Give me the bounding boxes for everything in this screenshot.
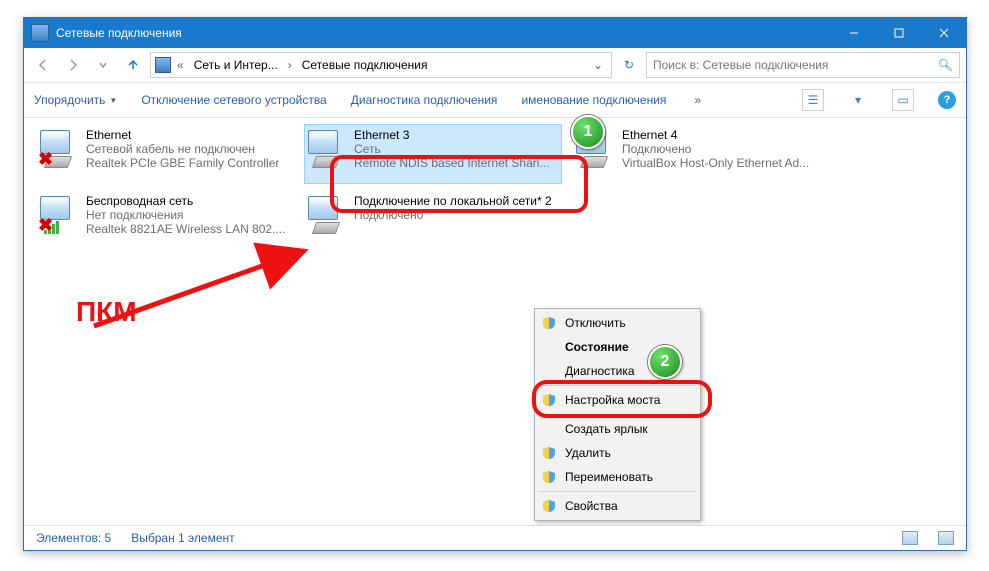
shield-icon: [542, 470, 556, 484]
preview-pane-button[interactable]: ▭: [892, 89, 914, 111]
window: Сетевые подключения « Сеть и Интер... › …: [23, 17, 967, 551]
connection-item[interactable]: Ethernet 4ПодключеноVirtualBox Host-Only…: [572, 124, 830, 184]
menu-item-rename[interactable]: Переименовать: [535, 465, 700, 489]
breadcrumb[interactable]: Сеть и Интер...: [190, 58, 282, 72]
breadcrumb[interactable]: Сетевые подключения: [298, 58, 432, 72]
network-adapter-icon: [308, 128, 348, 168]
organize-menu[interactable]: Упорядочить▼: [34, 93, 117, 107]
shield-icon: [542, 446, 556, 460]
shield-icon: [542, 393, 556, 407]
status-count: Элементов: 5: [36, 531, 111, 545]
disable-device-button[interactable]: Отключение сетевого устройства: [141, 93, 326, 107]
menu-item-disable[interactable]: Отключить: [535, 311, 700, 335]
network-adapter-icon: ✖: [40, 128, 80, 168]
menu-separator: [539, 385, 696, 386]
view-dropdown[interactable]: ▾: [848, 90, 868, 110]
breadcrumb-separator[interactable]: «: [175, 58, 186, 72]
address-dropdown[interactable]: ⌄: [589, 58, 607, 72]
menu-item-shortcut[interactable]: Создать ярлык: [535, 417, 700, 441]
close-button[interactable]: [921, 18, 966, 48]
menu-separator: [539, 491, 696, 492]
connection-item[interactable]: Подключение по локальной сети* 2Подключе…: [304, 190, 562, 250]
refresh-button[interactable]: ↻: [616, 58, 642, 72]
items-view[interactable]: ✖ EthernetСетевой кабель не подключенRea…: [24, 118, 966, 525]
rename-button[interactable]: именование подключения: [521, 93, 666, 107]
help-button[interactable]: ?: [938, 91, 956, 109]
status-bar: Элементов: 5 Выбран 1 элемент: [24, 525, 966, 550]
view-button[interactable]: ☰: [802, 89, 824, 111]
maximize-button[interactable]: [876, 18, 921, 48]
annotation-label: ПКМ: [76, 296, 137, 328]
back-button[interactable]: [30, 52, 56, 78]
search-input[interactable]: Поиск в: Сетевые подключения 🔍︎: [646, 52, 960, 78]
connection-item[interactable]: ✖ Беспроводная сетьНет подключенияRealte…: [36, 190, 294, 250]
up-button[interactable]: [120, 52, 146, 78]
status-selection: Выбран 1 элемент: [131, 531, 234, 545]
menu-item-bridge[interactable]: Настройка моста: [535, 388, 700, 412]
address-bar[interactable]: « Сеть и Интер... › Сетевые подключения …: [150, 52, 612, 78]
shield-icon: [542, 499, 556, 513]
connection-item[interactable]: ✖ EthernetСетевой кабель не подключенRea…: [36, 124, 294, 184]
wifi-adapter-icon: ✖: [40, 194, 80, 234]
diagnose-button[interactable]: Диагностика подключения: [351, 93, 498, 107]
network-adapter-icon: [308, 194, 348, 234]
menu-item-properties[interactable]: Свойства: [535, 494, 700, 518]
shield-icon: [542, 316, 556, 330]
title-bar[interactable]: Сетевые подключения: [24, 18, 966, 48]
context-menu: Отключить Состояние Диагностика Настройк…: [534, 308, 701, 521]
address-bar-row: « Сеть и Интер... › Сетевые подключения …: [24, 48, 966, 83]
command-bar: Упорядочить▼ Отключение сетевого устройс…: [24, 83, 966, 118]
forward-button[interactable]: [60, 52, 86, 78]
connection-item-selected[interactable]: Ethernet 3СетьRemote NDIS based Internet…: [304, 124, 562, 184]
recent-dropdown[interactable]: [90, 52, 116, 78]
menu-separator: [539, 414, 696, 415]
step-badge-1: 1: [571, 115, 605, 149]
app-icon: [31, 24, 49, 42]
view-large-icon[interactable]: [938, 531, 954, 545]
view-details-icon[interactable]: [902, 531, 918, 545]
overflow-button[interactable]: »: [690, 93, 705, 107]
menu-item-delete[interactable]: Удалить: [535, 441, 700, 465]
search-icon: 🔍︎: [938, 58, 953, 72]
step-badge-2: 2: [648, 345, 682, 379]
location-icon: [155, 57, 171, 73]
minimize-button[interactable]: [831, 18, 876, 48]
chevron-right-icon[interactable]: ›: [286, 58, 294, 72]
window-title: Сетевые подключения: [56, 26, 831, 40]
